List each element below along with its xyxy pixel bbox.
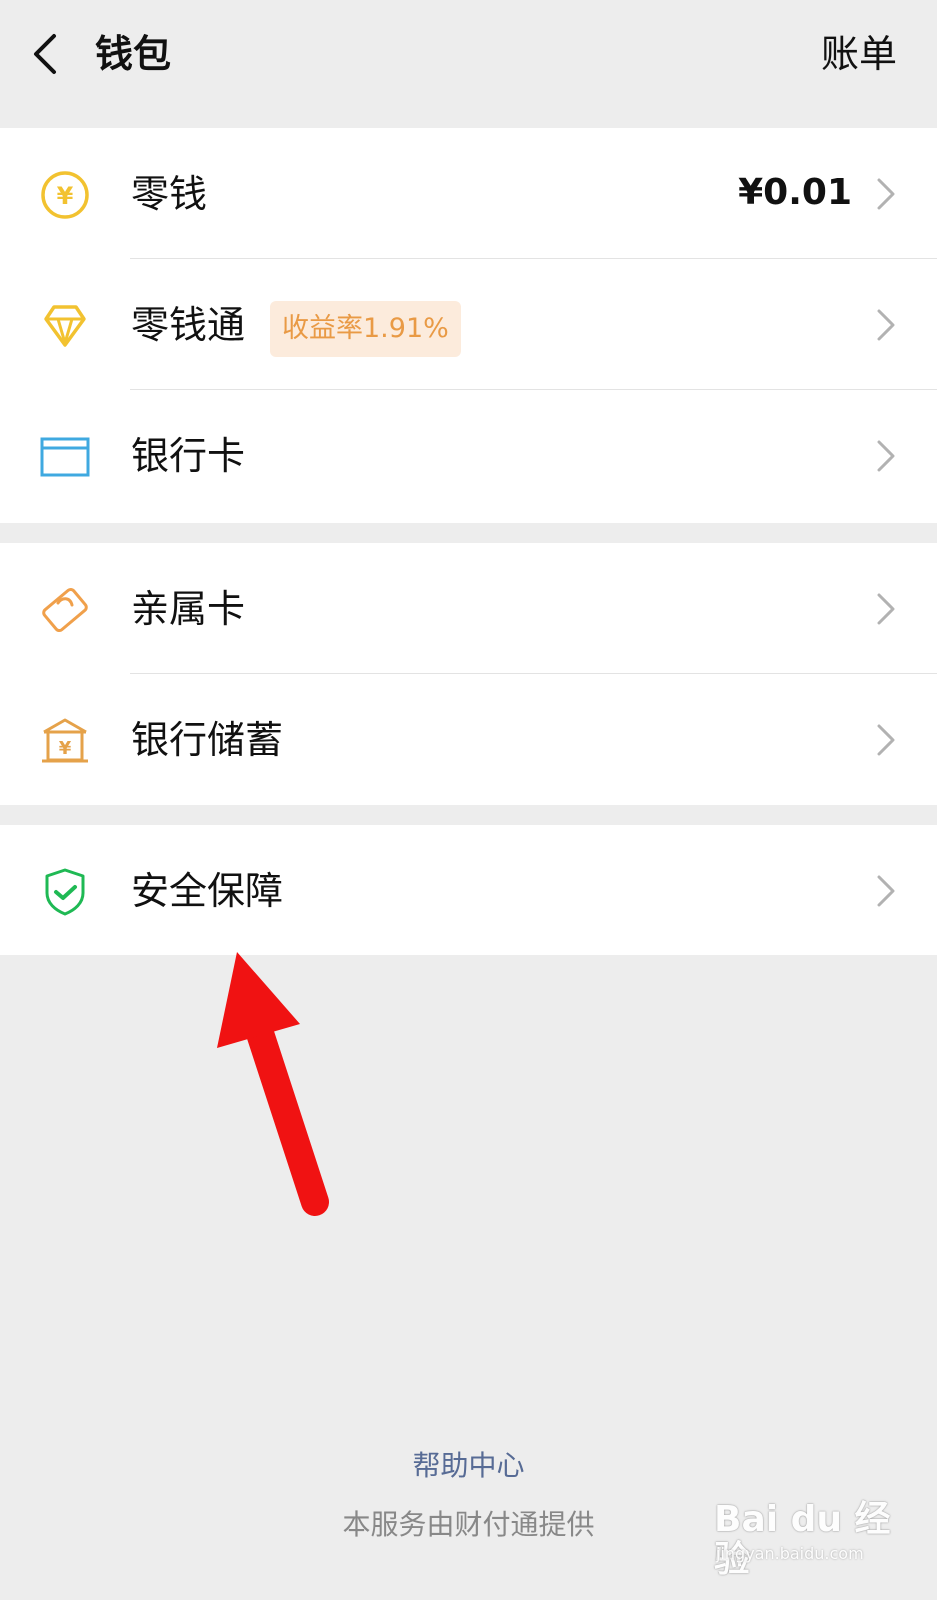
bank-savings-row[interactable]: ¥ 银行储蓄: [0, 674, 937, 805]
yield-rate-badge: 收益率1.91%: [270, 301, 461, 357]
wallet-group-services: 亲属卡 ¥ 银行储蓄: [0, 543, 937, 805]
help-center-link[interactable]: 帮助中心: [0, 1446, 937, 1486]
diamond-icon: [38, 299, 92, 353]
change-label: 零钱: [131, 172, 208, 216]
change-row[interactable]: ¥ 零钱 ¥0.01: [0, 128, 937, 259]
top-bar: 钱包 账单: [0, 0, 937, 126]
bank-card-label: 银行卡: [131, 434, 246, 478]
chevron-right-icon: [875, 591, 897, 627]
security-label: 安全保障: [131, 869, 284, 913]
bank-savings-icon: ¥: [38, 714, 92, 768]
svg-text:¥: ¥: [57, 182, 74, 210]
watermark-sub-text: jingyan.baidu.com: [716, 1544, 864, 1563]
bill-button[interactable]: 账单: [821, 30, 897, 78]
chevron-right-icon: [875, 438, 897, 474]
security-row[interactable]: 安全保障: [0, 825, 937, 956]
wallet-group-security: 安全保障: [0, 825, 937, 955]
change-balance: ¥0.01: [738, 172, 852, 213]
family-card-row[interactable]: 亲属卡: [0, 543, 937, 674]
shield-check-icon: [38, 865, 92, 919]
family-card-label: 亲属卡: [131, 587, 246, 631]
family-card-icon: [38, 583, 92, 637]
page-title: 钱包: [95, 32, 172, 76]
annotation-arrow-icon: [210, 948, 350, 1218]
bank-card-row[interactable]: 银行卡: [0, 390, 937, 521]
chevron-right-icon: [875, 873, 897, 909]
bank-savings-label: 银行储蓄: [131, 718, 284, 762]
back-button[interactable]: [26, 30, 66, 78]
wallet-group-main: ¥ 零钱 ¥0.01 零钱通 收益率1.91% 银行卡: [0, 128, 937, 523]
watermark-main-text: Bai du 经验: [714, 1499, 891, 1580]
chevron-right-icon: [875, 722, 897, 758]
bank-card-icon: [38, 430, 92, 484]
svg-text:¥: ¥: [59, 738, 72, 759]
licaitong-label: 零钱通: [131, 303, 246, 347]
chevron-right-icon: [875, 176, 897, 212]
coin-icon: ¥: [38, 168, 92, 222]
licaitong-row[interactable]: 零钱通 收益率1.91%: [0, 259, 937, 390]
chevron-right-icon: [875, 307, 897, 343]
baidu-watermark: Bai du 经验 jingyan.baidu.com: [714, 1500, 894, 1580]
chevron-left-icon: [34, 34, 56, 74]
